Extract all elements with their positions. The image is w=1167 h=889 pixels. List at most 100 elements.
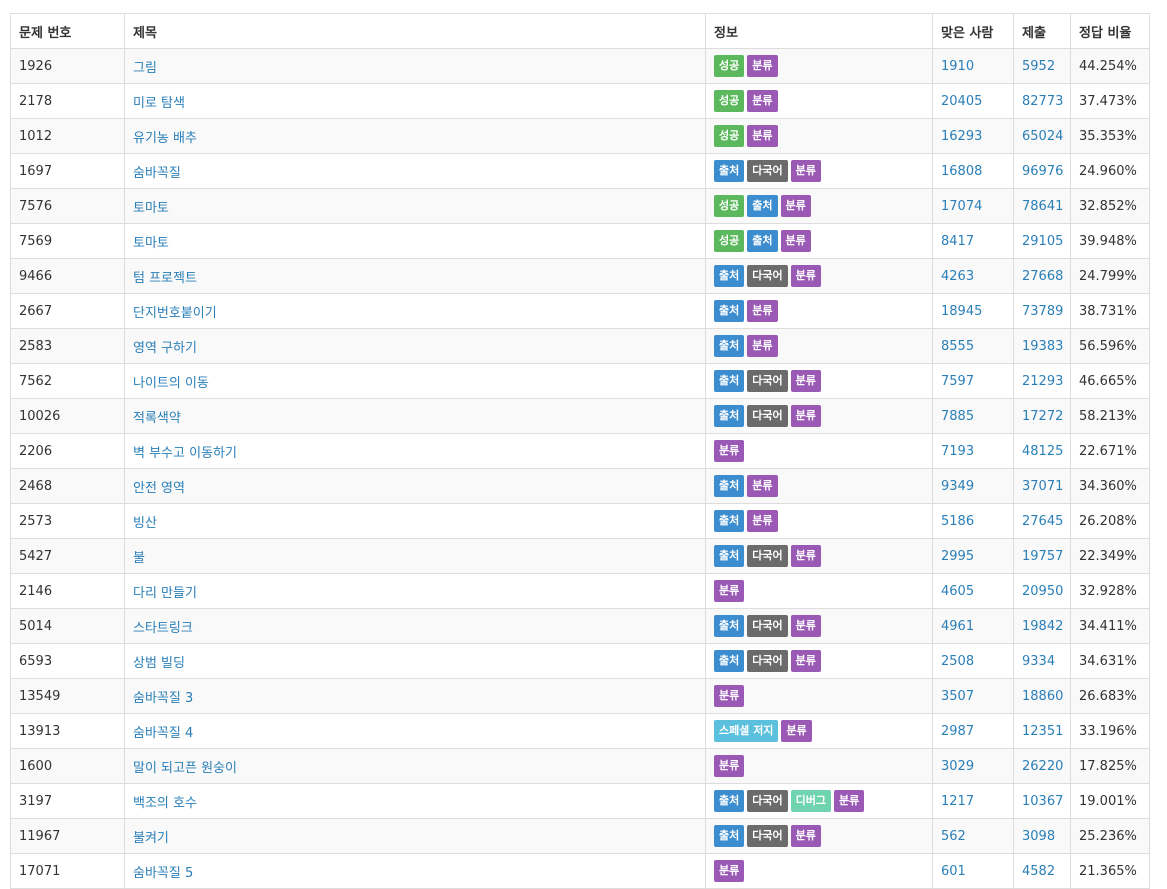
tag-badge[interactable]: 출처 bbox=[714, 545, 745, 567]
tag-badge[interactable]: 출처 bbox=[714, 615, 745, 637]
problem-title-link[interactable]: 상범 빌딩 bbox=[133, 656, 185, 671]
submit-count-link[interactable]: 18860 bbox=[1022, 689, 1063, 704]
submit-count-link[interactable]: 82773 bbox=[1022, 94, 1063, 109]
tag-badge[interactable]: 분류 bbox=[714, 685, 745, 707]
submit-count-link[interactable]: 65024 bbox=[1022, 129, 1063, 144]
tag-badge[interactable]: 출처 bbox=[714, 510, 745, 532]
problem-title-link[interactable]: 나이트의 이동 bbox=[133, 376, 209, 391]
solved-count-link[interactable]: 5186 bbox=[941, 514, 974, 529]
solved-count-link[interactable]: 4605 bbox=[941, 584, 974, 599]
tag-badge[interactable]: 성공 bbox=[714, 230, 745, 252]
submit-count-link[interactable]: 3098 bbox=[1022, 829, 1055, 844]
tag-badge[interactable]: 성공 bbox=[714, 55, 745, 77]
solved-count-link[interactable]: 3507 bbox=[941, 689, 974, 704]
tag-badge[interactable]: 다국어 bbox=[747, 790, 788, 812]
tag-badge[interactable]: 분류 bbox=[790, 160, 821, 182]
solved-count-link[interactable]: 16293 bbox=[941, 129, 982, 144]
tag-badge[interactable]: 출처 bbox=[714, 825, 745, 847]
submit-count-link[interactable]: 27668 bbox=[1022, 269, 1063, 284]
solved-count-link[interactable]: 20405 bbox=[941, 94, 982, 109]
solved-count-link[interactable]: 4263 bbox=[941, 269, 974, 284]
submit-count-link[interactable]: 12351 bbox=[1022, 724, 1063, 739]
tag-badge[interactable]: 분류 bbox=[714, 440, 745, 462]
problem-title-link[interactable]: 벽 부수고 이동하기 bbox=[133, 446, 237, 461]
problem-title-link[interactable]: 유기농 배추 bbox=[133, 131, 197, 146]
tag-badge[interactable]: 출처 bbox=[747, 230, 778, 252]
tag-badge[interactable]: 출처 bbox=[714, 475, 745, 497]
tag-badge[interactable]: 다국어 bbox=[747, 265, 788, 287]
tag-badge[interactable]: 분류 bbox=[747, 90, 778, 112]
submit-count-link[interactable]: 10367 bbox=[1022, 794, 1063, 809]
solved-count-link[interactable]: 3029 bbox=[941, 759, 974, 774]
tag-badge[interactable]: 출처 bbox=[714, 300, 745, 322]
submit-count-link[interactable]: 17272 bbox=[1022, 409, 1063, 424]
tag-badge[interactable]: 분류 bbox=[781, 720, 812, 742]
tag-badge[interactable]: 출처 bbox=[714, 335, 745, 357]
problem-title-link[interactable]: 적록색약 bbox=[133, 411, 181, 426]
header-solved[interactable]: 맞은 사람 bbox=[932, 13, 1014, 49]
solved-count-link[interactable]: 4961 bbox=[941, 619, 974, 634]
tag-badge[interactable]: 다국어 bbox=[747, 160, 788, 182]
submit-count-link[interactable]: 48125 bbox=[1022, 444, 1063, 459]
submit-count-link[interactable]: 73789 bbox=[1022, 304, 1063, 319]
tag-badge[interactable]: 다국어 bbox=[747, 545, 788, 567]
tag-badge[interactable]: 분류 bbox=[780, 195, 811, 217]
solved-count-link[interactable]: 2987 bbox=[941, 724, 974, 739]
problem-title-link[interactable]: 빙산 bbox=[133, 516, 157, 531]
tag-badge[interactable]: 분류 bbox=[790, 370, 821, 392]
tag-badge[interactable]: 분류 bbox=[790, 825, 821, 847]
problem-title-link[interactable]: 불 bbox=[133, 551, 145, 566]
tag-badge[interactable]: 분류 bbox=[714, 580, 745, 602]
solved-count-link[interactable]: 562 bbox=[941, 829, 966, 844]
tag-badge[interactable]: 성공 bbox=[714, 90, 745, 112]
solved-count-link[interactable]: 18945 bbox=[941, 304, 982, 319]
submit-count-link[interactable]: 19842 bbox=[1022, 619, 1063, 634]
problem-title-link[interactable]: 단지번호붙이기 bbox=[133, 306, 217, 321]
problem-title-link[interactable]: 숨바꼭질 5 bbox=[133, 866, 193, 881]
header-submit[interactable]: 제출 bbox=[1013, 13, 1071, 49]
tag-badge[interactable]: 분류 bbox=[790, 545, 821, 567]
tag-badge[interactable]: 분류 bbox=[714, 755, 745, 777]
problem-title-link[interactable]: 불켜기 bbox=[133, 831, 169, 846]
problem-title-link[interactable]: 숨바꼭질 bbox=[133, 166, 181, 181]
problem-title-link[interactable]: 말이 되고픈 원숭이 bbox=[133, 761, 237, 776]
submit-count-link[interactable]: 26220 bbox=[1022, 759, 1063, 774]
problem-title-link[interactable]: 숨바꼭질 3 bbox=[133, 691, 193, 706]
submit-count-link[interactable]: 37071 bbox=[1022, 479, 1063, 494]
submit-count-link[interactable]: 19383 bbox=[1022, 339, 1063, 354]
tag-badge[interactable]: 출처 bbox=[714, 650, 745, 672]
submit-count-link[interactable]: 78641 bbox=[1022, 199, 1063, 214]
tag-badge[interactable]: 출처 bbox=[747, 195, 778, 217]
submit-count-link[interactable]: 27645 bbox=[1022, 514, 1063, 529]
problem-title-link[interactable]: 그림 bbox=[133, 61, 157, 76]
tag-badge[interactable]: 분류 bbox=[747, 475, 778, 497]
problem-title-link[interactable]: 영역 구하기 bbox=[133, 341, 197, 356]
solved-count-link[interactable]: 9349 bbox=[941, 479, 974, 494]
tag-badge[interactable]: 출처 bbox=[714, 790, 745, 812]
problem-title-link[interactable]: 토마토 bbox=[133, 236, 169, 251]
tag-badge[interactable]: 성공 bbox=[714, 195, 745, 217]
solved-count-link[interactable]: 2508 bbox=[941, 654, 974, 669]
problem-title-link[interactable]: 토마토 bbox=[133, 201, 169, 216]
tag-badge[interactable]: 스페셜 저지 bbox=[714, 720, 779, 742]
problem-title-link[interactable]: 미로 탐색 bbox=[133, 96, 185, 111]
problem-title-link[interactable]: 다리 만들기 bbox=[133, 586, 197, 601]
tag-badge[interactable]: 분류 bbox=[747, 55, 778, 77]
solved-count-link[interactable]: 16808 bbox=[941, 164, 982, 179]
problem-title-link[interactable]: 숨바꼭질 4 bbox=[133, 726, 193, 741]
solved-count-link[interactable]: 7193 bbox=[941, 444, 974, 459]
tag-badge[interactable]: 분류 bbox=[747, 510, 778, 532]
tag-badge[interactable]: 분류 bbox=[790, 265, 821, 287]
solved-count-link[interactable]: 8555 bbox=[941, 339, 974, 354]
tag-badge[interactable]: 다국어 bbox=[747, 825, 788, 847]
header-id[interactable]: 문제 번호 bbox=[10, 13, 125, 49]
tag-badge[interactable]: 출처 bbox=[714, 370, 745, 392]
submit-count-link[interactable]: 29105 bbox=[1022, 234, 1063, 249]
tag-badge[interactable]: 분류 bbox=[747, 125, 778, 147]
submit-count-link[interactable]: 21293 bbox=[1022, 374, 1063, 389]
tag-badge[interactable]: 출처 bbox=[714, 405, 745, 427]
tag-badge[interactable]: 출처 bbox=[714, 160, 745, 182]
submit-count-link[interactable]: 9334 bbox=[1022, 654, 1055, 669]
tag-badge[interactable]: 분류 bbox=[790, 650, 821, 672]
solved-count-link[interactable]: 1217 bbox=[941, 794, 974, 809]
